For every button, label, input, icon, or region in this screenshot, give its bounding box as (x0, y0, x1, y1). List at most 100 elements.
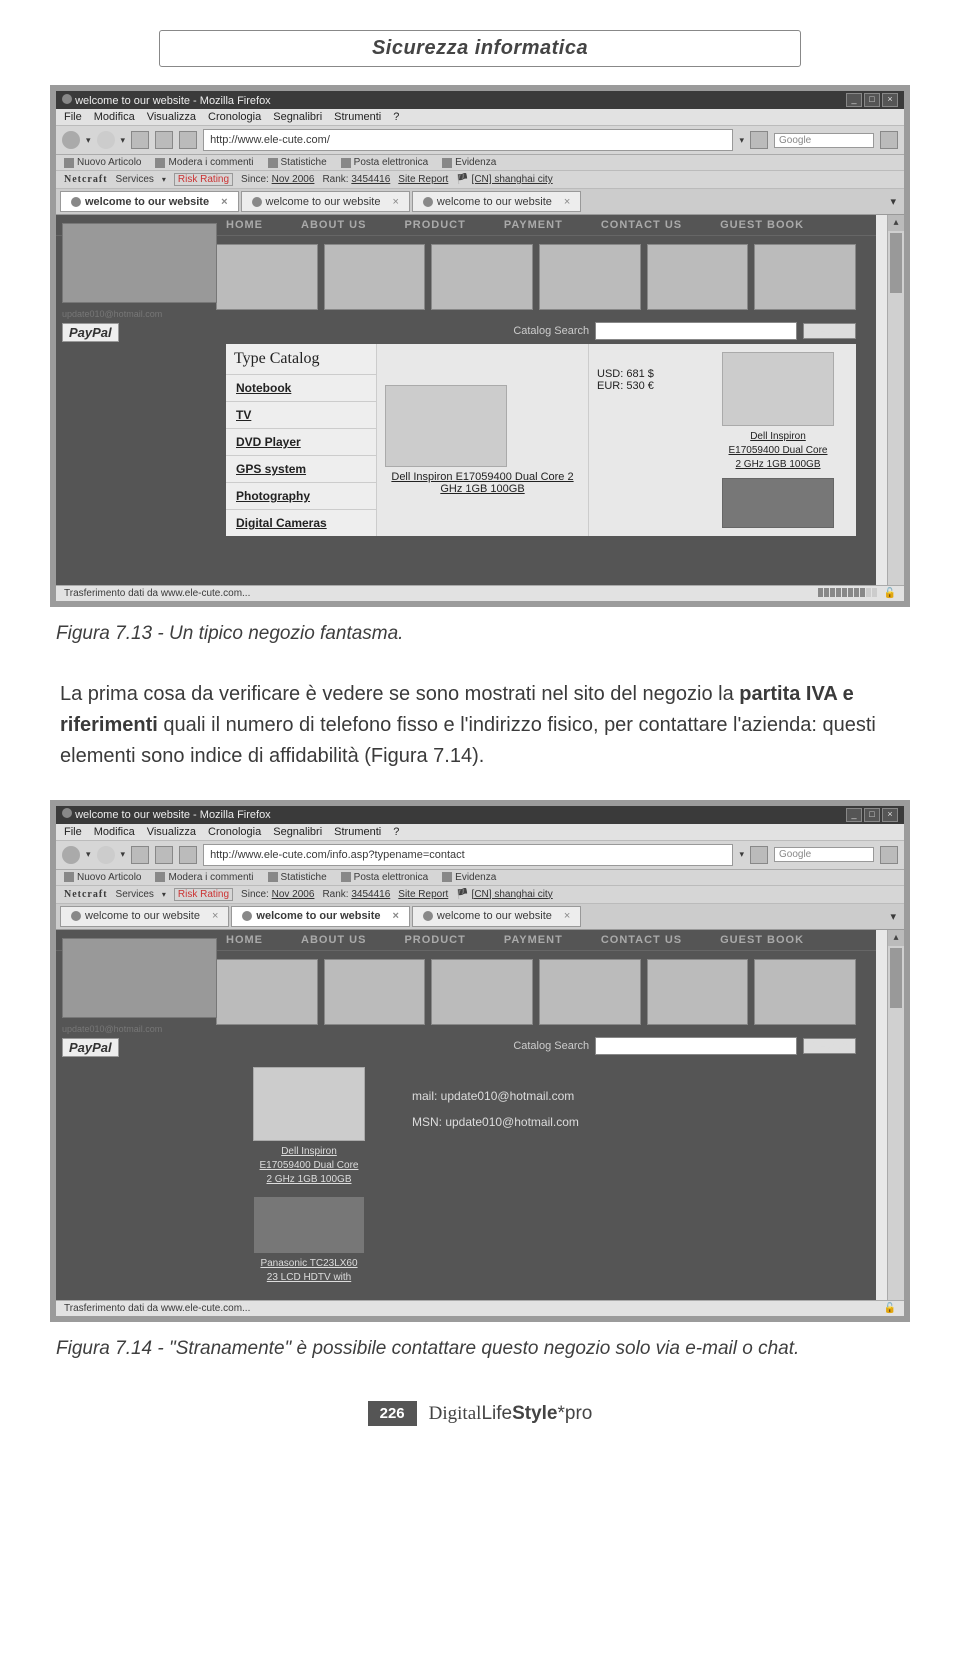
reload-button[interactable] (131, 846, 149, 864)
catalog-search-input[interactable] (595, 322, 797, 340)
reload-button[interactable] (131, 131, 149, 149)
catalog-category[interactable]: GPS system (226, 456, 376, 483)
menu-edit[interactable]: Modifica (94, 111, 135, 123)
tab-close-icon[interactable]: × (392, 910, 398, 922)
vertical-scrollbar[interactable]: ▴ (887, 930, 904, 1300)
menu-edit[interactable]: Modifica (94, 826, 135, 838)
maximize-button[interactable]: □ (864, 808, 880, 822)
nav-product[interactable]: PRODUCT (404, 219, 465, 231)
tab-close-icon[interactable]: × (392, 196, 398, 208)
search-field[interactable]: Google (774, 847, 874, 862)
minimize-button[interactable]: _ (846, 93, 862, 107)
search-go-icon[interactable] (880, 131, 898, 149)
menu-history[interactable]: Cronologia (208, 111, 261, 123)
back-button[interactable] (62, 131, 80, 149)
tab-close-icon[interactable]: × (221, 196, 227, 208)
url-bar[interactable]: http://www.ele-cute.com/info.asp?typenam… (203, 844, 733, 866)
tab-close-icon[interactable]: × (564, 910, 570, 922)
home-button[interactable] (179, 131, 197, 149)
home-button[interactable] (179, 846, 197, 864)
vertical-scrollbar[interactable]: ▴ (887, 215, 904, 585)
menu-tools[interactable]: Strumenti (334, 826, 381, 838)
forward-button[interactable] (97, 846, 115, 864)
nav-product[interactable]: PRODUCT (404, 934, 465, 946)
close-button[interactable]: × (882, 93, 898, 107)
tab-close-icon[interactable]: × (564, 196, 570, 208)
menu-history[interactable]: Cronologia (208, 826, 261, 838)
go-button[interactable] (750, 846, 768, 864)
tab-list-dropdown-icon[interactable]: ▾ (886, 191, 900, 212)
tab[interactable]: welcome to our website× (60, 906, 229, 927)
tab-close-icon[interactable]: × (212, 910, 218, 922)
product-name[interactable]: Dell Inspiron E17059400 Dual Core 2 GHz … (234, 1145, 384, 1187)
tab[interactable]: welcome to our website× (231, 906, 410, 927)
scroll-thumb[interactable] (890, 948, 902, 1008)
maximize-button[interactable]: □ (864, 93, 880, 107)
catalog-search-input[interactable] (595, 1037, 797, 1055)
netcraft-report[interactable]: Site Report (398, 174, 448, 185)
bookmark-item[interactable]: Nuovo Articolo (64, 157, 141, 168)
back-button[interactable] (62, 846, 80, 864)
menu-bookmarks[interactable]: Segnalibri (273, 826, 322, 838)
netcraft-report[interactable]: Site Report (398, 889, 448, 900)
menu-file[interactable]: File (64, 111, 82, 123)
menu-bookmarks[interactable]: Segnalibri (273, 111, 322, 123)
catalog-category[interactable]: Photography (226, 483, 376, 510)
forward-dropdown-icon[interactable]: ▾ (121, 135, 126, 146)
url-dropdown-icon[interactable]: ▾ (739, 849, 744, 860)
catalog-category[interactable]: Notebook (226, 375, 376, 402)
back-dropdown-icon[interactable]: ▾ (86, 849, 91, 860)
forward-button[interactable] (97, 131, 115, 149)
minimize-button[interactable]: _ (846, 808, 862, 822)
menu-tools[interactable]: Strumenti (334, 111, 381, 123)
scroll-up-icon[interactable]: ▴ (888, 930, 904, 946)
menu-help[interactable]: ? (393, 111, 399, 123)
forward-dropdown-icon[interactable]: ▾ (121, 849, 126, 860)
nav-payment[interactable]: PAYMENT (504, 934, 563, 946)
bookmark-item[interactable]: Modera i commenti (155, 872, 253, 883)
bookmark-item[interactable]: Evidenza (442, 872, 496, 883)
bookmark-item[interactable]: Statistiche (268, 157, 327, 168)
bookmark-item[interactable]: Posta elettronica (341, 872, 429, 883)
catalog-category[interactable]: TV (226, 402, 376, 429)
stop-button[interactable] (155, 131, 173, 149)
scroll-up-icon[interactable]: ▴ (888, 215, 904, 231)
nav-contact[interactable]: CONTACT US (601, 934, 682, 946)
netcraft-services[interactable]: Services (116, 889, 154, 900)
bookmark-item[interactable]: Evidenza (442, 157, 496, 168)
bookmark-item[interactable]: Nuovo Articolo (64, 872, 141, 883)
bookmark-item[interactable]: Statistiche (268, 872, 327, 883)
product-name[interactable]: Dell Inspiron E17059400 Dual Core 2 GHz … (385, 471, 580, 495)
tab[interactable]: welcome to our website× (412, 906, 581, 927)
nav-payment[interactable]: PAYMENT (504, 219, 563, 231)
bookmark-item[interactable]: Modera i commenti (155, 157, 253, 168)
scroll-thumb[interactable] (890, 233, 902, 293)
tab[interactable]: welcome to our website× (60, 191, 239, 212)
nav-home[interactable]: HOME (226, 934, 263, 946)
product-name[interactable]: Dell Inspiron E17059400 Dual Core 2 GHz … (708, 430, 848, 472)
back-dropdown-icon[interactable]: ▾ (86, 135, 91, 146)
url-dropdown-icon[interactable]: ▾ (739, 135, 744, 146)
menu-view[interactable]: Visualizza (147, 111, 196, 123)
tab[interactable]: welcome to our website× (412, 191, 581, 212)
tab-list-dropdown-icon[interactable]: ▾ (886, 906, 900, 927)
catalog-category[interactable]: Digital Cameras (226, 510, 376, 536)
search-field[interactable]: Google (774, 133, 874, 148)
catalog-category[interactable]: DVD Player (226, 429, 376, 456)
search-go-icon[interactable] (880, 846, 898, 864)
product-name[interactable]: Panasonic TC23LX60 23 LCD HDTV with (234, 1257, 384, 1285)
tab[interactable]: welcome to our website× (241, 191, 410, 212)
menu-help[interactable]: ? (393, 826, 399, 838)
menu-view[interactable]: Visualizza (147, 826, 196, 838)
nav-guestbook[interactable]: GUEST BOOK (720, 934, 804, 946)
catalog-search-button[interactable]: Search (803, 323, 856, 339)
nav-about[interactable]: ABOUT US (301, 934, 366, 946)
netcraft-services[interactable]: Services (116, 174, 154, 185)
nav-contact[interactable]: CONTACT US (601, 219, 682, 231)
url-bar[interactable]: http://www.ele-cute.com/ (203, 129, 733, 151)
menu-file[interactable]: File (64, 826, 82, 838)
nav-home[interactable]: HOME (226, 219, 263, 231)
go-button[interactable] (750, 131, 768, 149)
nav-about[interactable]: ABOUT US (301, 219, 366, 231)
close-button[interactable]: × (882, 808, 898, 822)
